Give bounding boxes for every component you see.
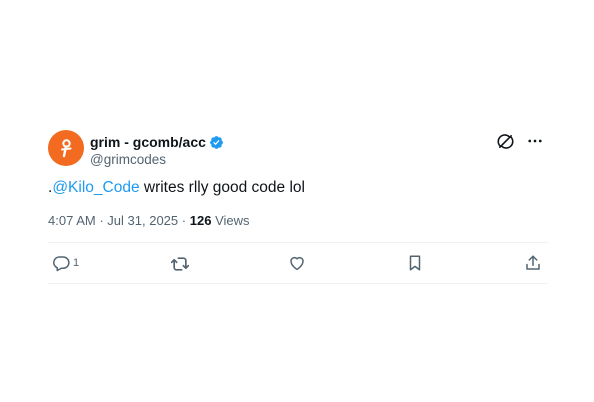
more-icon[interactable] [526,132,544,150]
views-count: 126 [189,213,212,228]
header-actions [496,132,544,150]
reply-icon [53,256,70,272]
tweet-actions: 1 [48,242,548,284]
mention-link[interactable]: @Kilo_Code [52,179,139,196]
grok-icon[interactable] [496,132,514,150]
retweet-icon [170,257,190,271]
meta-separator: · [99,213,104,228]
retweet-button[interactable] [170,254,190,274]
tweet-date[interactable]: Jul 31, 2025 [107,213,178,228]
share-button[interactable] [524,254,542,272]
author-display-name[interactable]: grim - gcomb/acc [90,134,206,150]
like-button[interactable] [288,254,306,272]
tweet-header: grim - gcomb/acc @grimcodes [48,130,548,168]
avatar[interactable] [48,130,84,166]
author-names: grim - gcomb/acc @grimcodes [90,133,224,167]
tweet: grim - gcomb/acc @grimcodes .@Kilo_Code … [48,130,548,284]
tweet-time[interactable]: 4:07 AM [48,213,96,228]
bookmark-icon [409,255,421,271]
reply-button[interactable]: 1 [52,254,79,272]
meta-separator: · [181,213,187,228]
views-label: Views [215,213,250,228]
bookmark-button[interactable] [406,254,424,272]
author-handle[interactable]: @grimcodes [90,152,224,167]
verified-badge-icon [209,135,224,150]
tweet-text: .@Kilo_Code writes rlly good code lol [48,178,548,198]
reply-count: 1 [73,257,80,269]
avatar-logo-icon [61,139,72,158]
tweet-meta: 4:07 AM · Jul 31, 2025 · 126 Views [48,213,548,228]
share-icon [526,255,540,270]
tweet-text-body: writes rlly good code lol [139,179,305,196]
like-icon [290,256,304,271]
